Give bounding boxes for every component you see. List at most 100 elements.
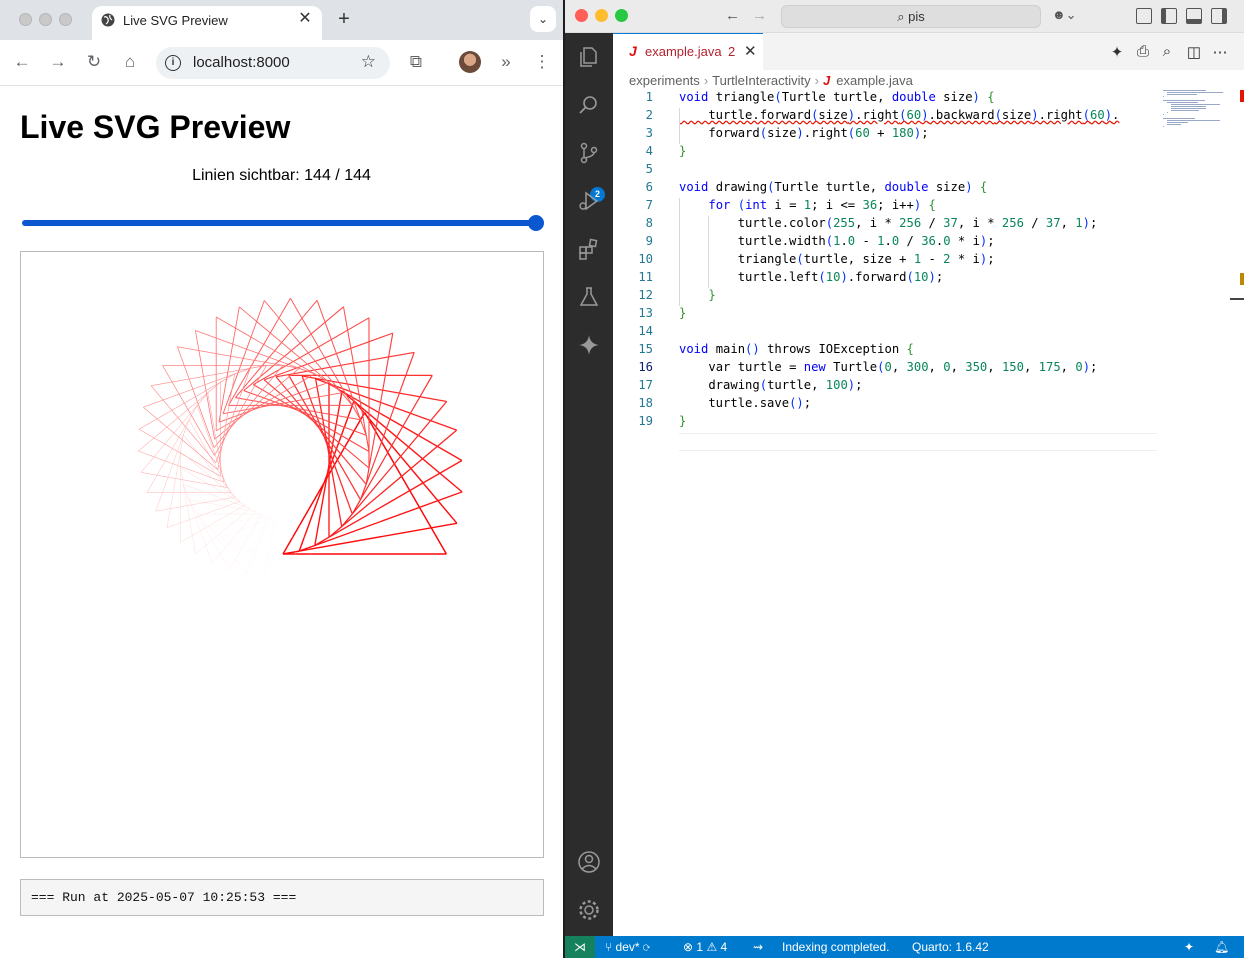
close-window-button[interactable] <box>19 13 32 26</box>
toggle-panel-icon[interactable] <box>1186 8 1202 24</box>
close-icon[interactable]: ✕ <box>744 42 757 60</box>
code-line[interactable]: 5 <box>613 162 1173 180</box>
code-line[interactable]: 13} <box>613 306 1173 324</box>
account-icon[interactable] <box>577 850 601 874</box>
reload-icon[interactable]: ↻ <box>84 52 104 72</box>
search-text: pis <box>908 9 925 24</box>
turtle-line <box>215 373 316 432</box>
code-line[interactable]: 17 drawing(turtle, 100); <box>613 378 1173 396</box>
back-icon[interactable]: ← <box>12 52 32 72</box>
close-tab-icon[interactable]: ✕ <box>296 10 314 28</box>
browser-tab[interactable]: Live SVG Preview ✕ <box>92 6 322 40</box>
minimize-window-button[interactable] <box>39 13 52 26</box>
breadcrumb-item[interactable]: example.java <box>836 73 913 88</box>
code-text: triangle(turtle, size + 1 - 2 * i); <box>679 252 995 266</box>
toggle-primary-sidebar-icon[interactable] <box>1161 8 1177 24</box>
forward-icon[interactable]: → <box>48 52 68 72</box>
notifications-icon[interactable]: 🔔︎ <box>1214 940 1229 954</box>
preview-icon[interactable]: ⌕ <box>1158 43 1176 60</box>
code-line[interactable]: 19} <box>613 414 1173 432</box>
code-line[interactable]: 2 turtle.forward(size).right(60).backwar… <box>613 108 1173 126</box>
code-line[interactable]: 6 void drawing(Turtle turtle, double size… <box>613 180 1173 198</box>
lines-slider-thumb[interactable] <box>528 215 544 231</box>
code-text: void triangle(Turtle turtle, double size… <box>679 90 995 104</box>
line-number: 10 <box>638 252 653 266</box>
minimap-line <box>1163 100 1205 101</box>
zoom-window-button[interactable] <box>615 9 628 22</box>
breadcrumb-item[interactable]: experiments <box>629 73 700 88</box>
problems-status[interactable]: ⊗ 1 ⚠ 4 <box>683 940 727 954</box>
more-actions-icon[interactable]: ⋯ <box>1211 43 1229 61</box>
code-text: } <box>679 306 687 320</box>
editor-tab[interactable]: J example.java 2 ✕ <box>613 33 763 70</box>
code-line[interactable]: 3 forward(size).right(60 + 180); <box>613 126 1173 144</box>
search-icon[interactable] <box>577 93 601 117</box>
turtle-line <box>234 518 282 546</box>
globe-icon <box>101 13 115 27</box>
line-number: 6 <box>645 180 653 194</box>
remote-icon[interactable]: ⋊ <box>565 936 595 958</box>
warning-scroll-marker <box>1240 273 1244 285</box>
code-line[interactable]: 11 turtle.left(10).forward(10); <box>613 270 1173 288</box>
breadcrumb: experiments › TurtleInteractivity › Jexample… <box>629 73 913 88</box>
url-text[interactable]: localhost:8000 <box>193 54 290 71</box>
profile-avatar[interactable] <box>459 51 481 73</box>
code-line[interactable]: 1 void triangle(Turtle turtle, double siz… <box>613 90 1173 108</box>
code-line[interactable]: 4} <box>613 144 1173 162</box>
chevron-more-icon[interactable]: » <box>496 52 516 72</box>
nav-back-icon[interactable]: ← <box>725 7 740 24</box>
lines-counter: Linien sichtbar: 144 / 144 <box>192 167 371 184</box>
minimize-window-button[interactable] <box>595 9 608 22</box>
new-tab-button[interactable]: + <box>334 8 354 31</box>
kebab-menu-icon[interactable]: ⋮ <box>532 52 552 72</box>
code-line[interactable]: 8 turtle.color(255, i * 256 / 37, i * 25… <box>613 216 1173 234</box>
zoom-window-button[interactable] <box>59 13 72 26</box>
turtle-line <box>138 392 208 452</box>
line-number: 18 <box>638 396 653 410</box>
extensions-icon[interactable]: ⧉ <box>406 52 426 72</box>
quarto-status[interactable]: Quarto: 1.6.42 <box>912 940 989 954</box>
site-info-icon[interactable]: i <box>165 55 181 71</box>
source-control-icon[interactable] <box>577 141 601 165</box>
turtle-line <box>214 365 267 456</box>
explorer-icon[interactable] <box>577 45 601 69</box>
error-scroll-marker <box>1240 90 1244 102</box>
testing-flask-icon[interactable] <box>577 285 601 309</box>
code-line[interactable]: 12 } <box>613 288 1173 306</box>
copilot-icon[interactable]: ☻⌄ <box>1052 7 1077 23</box>
code-line[interactable]: 10 triangle(turtle, size + 1 - 2 * i); <box>613 252 1173 270</box>
split-editor-icon[interactable]: ◫ <box>1185 43 1203 61</box>
branch-status[interactable]: ⑂ dev* ⟳ <box>605 940 650 954</box>
gear-icon[interactable] <box>577 898 601 922</box>
code-line[interactable]: 15 void main() throws IOException { <box>613 342 1173 360</box>
print-icon[interactable]: ⎙ <box>1134 43 1152 60</box>
copilot-status-icon[interactable]: ✦ <box>1184 940 1194 954</box>
turtle-line <box>243 306 344 391</box>
nav-forward-icon[interactable]: → <box>752 7 767 24</box>
minimap[interactable] <box>1163 90 1231 130</box>
debug-icon[interactable]: ⇝ <box>753 940 763 954</box>
copilot-sparkle-icon[interactable]: ✦ <box>1108 43 1126 61</box>
code-line[interactable]: 7 for (int i = 1; i <= 36; i++) { <box>613 198 1173 216</box>
extensions-icon[interactable] <box>577 237 601 261</box>
customize-layout-icon[interactable] <box>1136 8 1152 24</box>
code-line[interactable]: 14 <box>613 324 1173 342</box>
bookmark-star-icon[interactable]: ☆ <box>361 52 376 72</box>
turtle-line <box>297 517 314 563</box>
toggle-secondary-sidebar-icon[interactable] <box>1211 8 1227 24</box>
tab-title: Live SVG Preview <box>123 13 228 28</box>
command-center-search[interactable]: ⌕ pis <box>781 5 1041 28</box>
address-bar[interactable]: i localhost:8000 ☆ <box>156 47 390 79</box>
lines-slider[interactable] <box>22 220 538 226</box>
turtle-line <box>166 451 181 528</box>
code-line[interactable]: 9 turtle.width(1.0 - 1.0 / 36.0 * i); <box>613 234 1173 252</box>
close-window-button[interactable] <box>575 9 588 22</box>
home-icon[interactable]: ⌂ <box>120 52 140 72</box>
code-line[interactable]: 16 var turtle = new Turtle(0, 300, 0, 35… <box>613 360 1173 378</box>
tab-search-button[interactable]: ⌄ <box>530 6 556 32</box>
run-debug-icon[interactable] <box>577 189 601 213</box>
breadcrumb-item[interactable]: TurtleInteractivity <box>712 73 811 88</box>
line-number: 7 <box>645 198 653 212</box>
code-line[interactable]: 18 turtle.save(); <box>613 396 1173 414</box>
sparkle-icon[interactable] <box>577 333 601 357</box>
